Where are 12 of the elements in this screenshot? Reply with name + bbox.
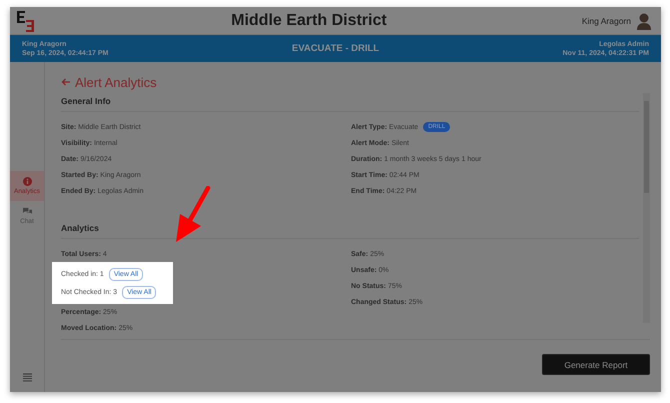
page-title: Alert Analytics <box>75 74 157 90</box>
info-icon <box>22 177 32 186</box>
user-name: King Aragorn <box>582 16 631 26</box>
avatar-icon[interactable] <box>637 12 651 30</box>
menu-icon[interactable] <box>22 373 32 382</box>
district-title: Middle Earth District <box>230 12 388 30</box>
chat-icon <box>22 207 32 216</box>
back-arrow-icon[interactable] <box>61 78 70 86</box>
generate-report-button[interactable]: Generate Report <box>542 354 650 375</box>
alert-title: EVACUATE - DRILL <box>290 43 380 54</box>
logo-icon <box>16 10 36 32</box>
section-heading: General Info <box>61 96 639 112</box>
